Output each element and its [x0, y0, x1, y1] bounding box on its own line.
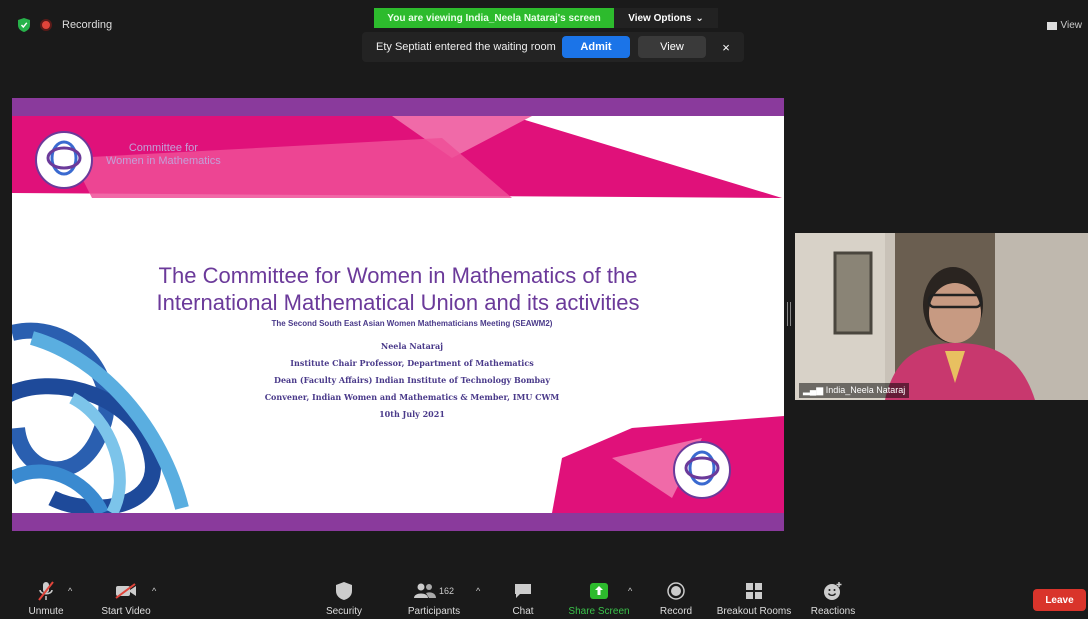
audio-options-caret-icon[interactable]: ^ [68, 586, 72, 596]
leave-button[interactable]: Leave [1033, 589, 1086, 611]
slide-top-bar [12, 98, 784, 116]
video-off-icon [115, 581, 137, 601]
reactions-label: Reactions [810, 606, 856, 617]
participant-name: India_Neela Nataraj [825, 385, 906, 395]
presentation-date: 10th July 2021 [379, 409, 445, 419]
start-video-button[interactable]: Start Video [96, 576, 156, 619]
record-dot-icon [40, 19, 52, 31]
presenter-name: Neela Nataraj [380, 341, 444, 351]
chat-label: Chat [512, 606, 534, 617]
record-label: Record [659, 606, 693, 617]
view-label: View [1060, 20, 1083, 31]
panel-resize-handle[interactable] [787, 302, 791, 326]
presenter-convener: Convener, Indian Women and Mathematics &… [264, 392, 560, 402]
meeting-toolbar: Unmute ^ Start Video ^ Security 162 Part… [0, 576, 1088, 619]
record-button[interactable]: Record [656, 576, 696, 619]
slide-presenter-info: Neela Nataraj Institute Chair Professor,… [212, 338, 612, 423]
share-screen-icon [588, 581, 610, 601]
presenter-position: Institute Chair Professor, Department of… [290, 358, 534, 368]
shared-screen: Committee for Women in Mathematics The C… [12, 98, 784, 531]
view-grid-icon [1046, 21, 1057, 30]
view-button[interactable]: View [1046, 20, 1083, 31]
video-options-caret-icon[interactable]: ^ [152, 586, 156, 596]
share-screen-button[interactable]: Share Screen [566, 576, 632, 619]
unmute-label: Unmute [28, 606, 64, 617]
participants-label: Participants [407, 606, 461, 617]
encryption-shield-icon [18, 18, 30, 32]
breakout-rooms-icon [743, 581, 765, 601]
waiting-room-message: Ety Septiati entered the waiting room [376, 41, 556, 53]
muted-microphone-icon [35, 581, 57, 601]
security-shield-icon [333, 581, 355, 601]
chevron-down-icon: ⌄ [695, 12, 704, 24]
participant-name-tag: ▂▄▆ India_Neela Nataraj [799, 383, 910, 398]
chat-button[interactable]: Chat [506, 576, 540, 619]
waiting-room-notification: Ety Septiati entered the waiting room Ad… [362, 32, 744, 62]
security-label: Security [325, 606, 363, 617]
participant-video-frame [795, 233, 1088, 400]
chat-bubble-icon [512, 581, 534, 601]
start-video-label: Start Video [101, 606, 151, 617]
participant-video[interactable]: ▂▄▆ India_Neela Nataraj [795, 233, 1088, 400]
cwm-line-2: Women in Mathematics [106, 155, 221, 167]
security-button[interactable]: Security [322, 576, 366, 619]
participants-icon: 162 [412, 581, 456, 601]
reactions-button[interactable]: Reactions [808, 576, 858, 619]
participants-count: 162 [438, 586, 455, 596]
breakout-rooms-button[interactable]: Breakout Rooms [714, 576, 794, 619]
recording-indicator: Recording [18, 18, 112, 32]
close-icon[interactable]: × [716, 40, 736, 55]
participants-button[interactable]: 162 Participants [402, 576, 466, 619]
cwm-logo-text: Committee for Women in Mathematics [106, 142, 221, 168]
breakout-rooms-label: Breakout Rooms [716, 606, 792, 617]
share-options-caret-icon[interactable]: ^ [628, 586, 632, 596]
slide-title-line-1: The Committee for Women in Mathematics o… [158, 263, 638, 288]
admit-button[interactable]: Admit [562, 36, 630, 58]
view-options-label: View Options [628, 12, 692, 24]
slide-bottom-bar [12, 513, 784, 531]
cwm-line-1: Committee for [128, 142, 198, 154]
viewing-screen-banner: You are viewing India_Neela Nataraj's sc… [374, 8, 614, 28]
presenter-dean: Dean (Faculty Affairs) Indian Institute … [274, 375, 550, 385]
slide-title: The Committee for Women in Mathematics o… [12, 262, 784, 316]
slide-title-line-2: International Mathematical Union and its… [156, 290, 640, 315]
view-waiting-button[interactable]: View [638, 36, 706, 58]
participants-options-caret-icon[interactable]: ^ [476, 586, 480, 596]
slide-subtitle: The Second South East Asian Women Mathem… [271, 319, 553, 328]
unmute-button[interactable]: Unmute [22, 576, 70, 619]
record-icon [665, 581, 687, 601]
signal-bars-icon: ▂▄▆ [803, 385, 824, 395]
zoom-window: Recording You are viewing India_Neela Na… [0, 0, 1088, 619]
view-options-button[interactable]: View Options ⌄ [614, 8, 718, 28]
share-screen-label: Share Screen [568, 606, 630, 617]
reactions-smiley-icon [822, 581, 844, 601]
recording-label: Recording [62, 19, 113, 31]
